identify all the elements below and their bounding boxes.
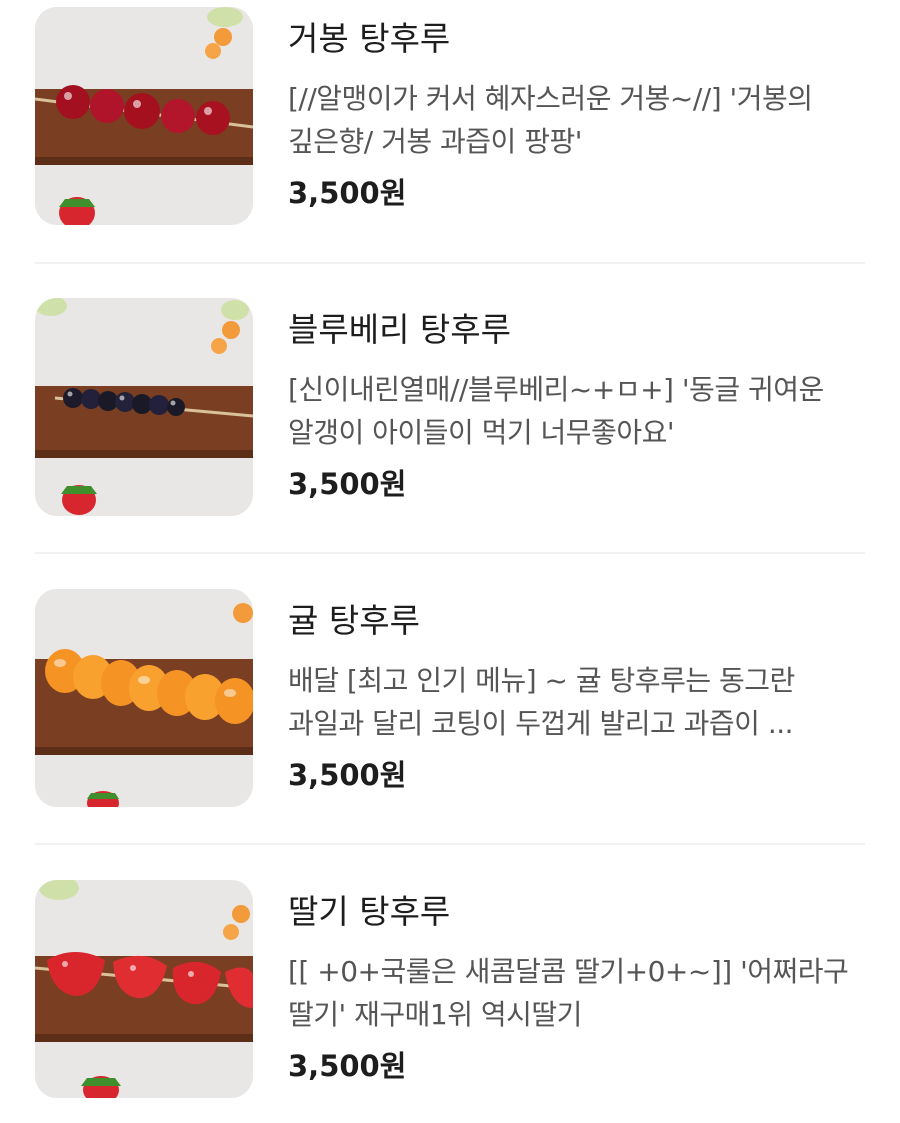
- description-line: [신이내린열매//블루베리~+ㅁ+] '동글 귀여운: [288, 373, 824, 406]
- description-line: [//알맹이가 커서 혜자스러운 거봉~//] '거봉의: [288, 82, 813, 115]
- item-divider: [35, 552, 865, 554]
- description-line: 알갱이 아이들이 먹기 너무좋아요': [288, 416, 675, 449]
- description-line: 과일과 달리 코팅이 두껍게 발리고 과즙이 ...: [288, 707, 794, 740]
- menu-item-description: [[ +0+국룰은 새콤달콤 딸기+0+~]] '어쩌라구 딸기' 재구매1위 …: [288, 950, 868, 1036]
- menu-item-name: 거봉 탕후루: [288, 19, 451, 58]
- menu-item[interactable]: 딸기 탕후루 [[ +0+국룰은 새콤달콤 딸기+0+~]] '어쩌라구 딸기'…: [35, 880, 865, 1100]
- tangerine-tanghulu-photo[interactable]: [35, 589, 253, 807]
- item-divider: [35, 262, 865, 264]
- menu-item-price: 3,500원: [288, 467, 407, 501]
- menu-list: 거봉 탕후루 [//알맹이가 커서 혜자스러운 거봉~//] '거봉의 깊은향/…: [0, 0, 900, 1123]
- blueberry-tanghulu-photo[interactable]: [35, 298, 253, 516]
- tangerine-tanghulu-image: [35, 589, 253, 807]
- menu-item-price: 3,500원: [288, 1049, 407, 1083]
- menu-item-name: 딸기 탕후루: [288, 892, 451, 931]
- menu-item-description: [신이내린열매//블루베리~+ㅁ+] '동글 귀여운 알갱이 아이들이 먹기 너…: [288, 368, 868, 454]
- item-divider: [35, 843, 865, 845]
- menu-item-description: 배달 [최고 인기 메뉴] ~ 귤 탕후루는 동그란 과일과 달리 코팅이 두껍…: [288, 659, 868, 745]
- strawberry-tanghulu-image: [35, 880, 253, 1098]
- menu-item[interactable]: 거봉 탕후루 [//알맹이가 커서 혜자스러운 거봉~//] '거봉의 깊은향/…: [35, 7, 865, 227]
- description-line: 깊은향/ 거봉 과즙이 팡팡': [288, 125, 582, 158]
- menu-item-price: 3,500원: [288, 758, 407, 792]
- grape-tanghulu-photo[interactable]: [35, 7, 253, 225]
- description-line: 딸기' 재구매1위 역시딸기: [288, 998, 582, 1031]
- strawberry-tanghulu-photo[interactable]: [35, 880, 253, 1098]
- menu-item-name: 귤 탕후루: [288, 601, 420, 640]
- grape-tanghulu-image: [35, 7, 253, 225]
- description-line: [[ +0+국룰은 새콤달콤 딸기+0+~]] '어쩌라구: [288, 955, 849, 988]
- menu-item[interactable]: 블루베리 탕후루 [신이내린열매//블루베리~+ㅁ+] '동글 귀여운 알갱이 …: [35, 298, 865, 518]
- menu-item[interactable]: 귤 탕후루 배달 [최고 인기 메뉴] ~ 귤 탕후루는 동그란 과일과 달리 …: [35, 589, 865, 809]
- description-line: 배달 [최고 인기 메뉴] ~ 귤 탕후루는 동그란: [288, 664, 795, 697]
- menu-item-description: [//알맹이가 커서 혜자스러운 거봉~//] '거봉의 깊은향/ 거봉 과즙이…: [288, 77, 868, 163]
- menu-item-price: 3,500원: [288, 176, 407, 210]
- blueberry-tanghulu-image: [35, 298, 253, 516]
- menu-item-name: 블루베리 탕후루: [288, 310, 512, 349]
